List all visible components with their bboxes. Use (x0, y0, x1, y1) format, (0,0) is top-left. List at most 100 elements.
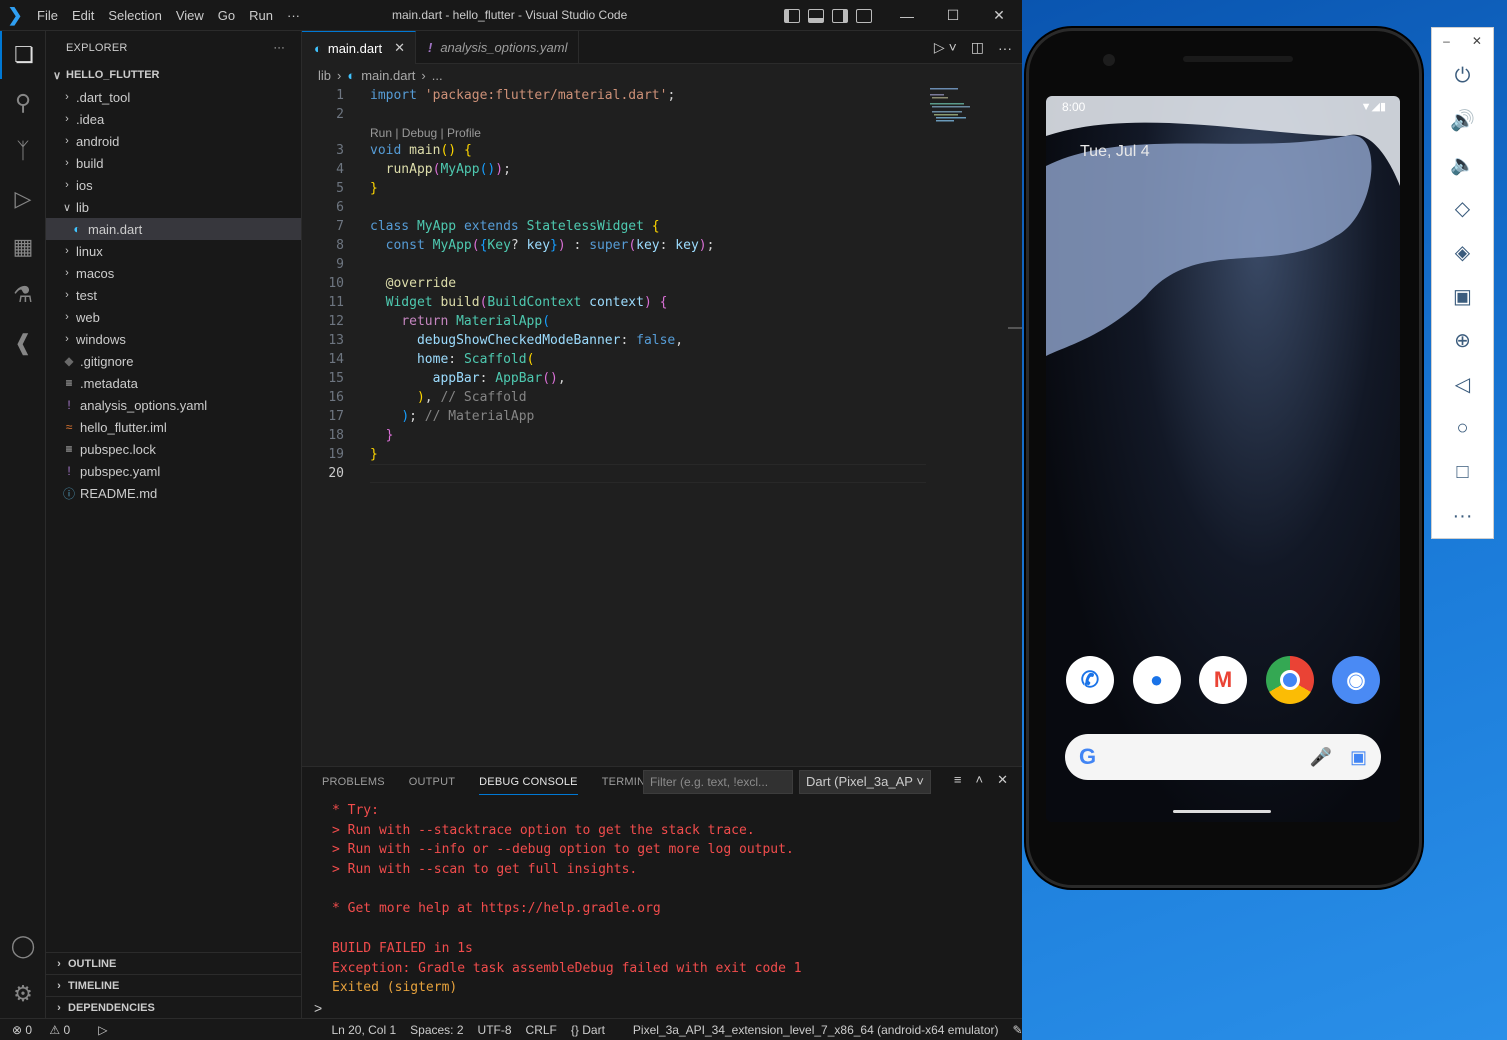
phone-screen[interactable]: 8:00 ▼◢▮ Tue, Jul 4 ✆ ● M ◉ G 🎤 ▣ (1046, 96, 1400, 822)
tree-item-android[interactable]: › android (46, 130, 301, 152)
toggle-panel-icon[interactable] (808, 8, 824, 23)
explorer-icon[interactable]: ❏ (0, 31, 46, 79)
messages-app-icon[interactable]: ● (1132, 656, 1181, 704)
tree-item-lib[interactable]: ∨ lib (46, 196, 301, 218)
tree-item-linux[interactable]: › linux (46, 240, 301, 262)
tree-item-macos[interactable]: › macos (46, 262, 301, 284)
chrome-app-icon[interactable] (1265, 656, 1314, 704)
voice-search-icon[interactable]: 🎤 (1310, 747, 1332, 768)
cursor-position[interactable]: Ln 20, Col 1 (331, 1023, 396, 1037)
emulator-minimize-button[interactable]: – (1443, 34, 1450, 48)
tab-main-dart[interactable]: ◐ main.dart ✕ (302, 31, 416, 64)
maximize-button[interactable]: ☐ (930, 0, 976, 31)
menu-view[interactable]: View (169, 0, 211, 31)
tree-item-build[interactable]: › build (46, 152, 301, 174)
camera-app-icon[interactable]: ◉ (1332, 656, 1380, 704)
customize-layout-icon[interactable] (856, 8, 872, 23)
testing-icon[interactable]: ⚗ (0, 271, 46, 319)
flutter-icon[interactable]: ❰ (0, 319, 46, 367)
outline-section[interactable]: › OUTLINE (46, 952, 301, 974)
breadcrumb-lib[interactable]: lib (318, 68, 331, 83)
menu-go[interactable]: Go (211, 0, 242, 31)
phone-app-icon[interactable]: ✆ (1066, 656, 1114, 704)
tree-item-pubspec-lock[interactable]: ≡ pubspec.lock (46, 438, 301, 460)
split-editor-icon[interactable]: ◫ (971, 39, 984, 56)
search-icon[interactable]: ⚲ (0, 79, 46, 127)
menu-run[interactable]: Run (242, 0, 280, 31)
menu-edit[interactable]: Edit (65, 0, 101, 31)
volume-down-icon[interactable]: 🔈 (1432, 142, 1493, 186)
codelens-run-debug-profile[interactable]: Run | Debug | Profile (370, 126, 481, 140)
menu-selection[interactable]: Selection (101, 0, 168, 31)
tab-debug-console[interactable]: DEBUG CONSOLE (479, 769, 578, 795)
console-prompt[interactable]: > (314, 1000, 322, 1016)
tree-item-test[interactable]: › test (46, 284, 301, 306)
menu-file[interactable]: File (30, 0, 65, 31)
project-root[interactable]: ∨ HELLO_FLUTTER (46, 64, 301, 86)
tab-output[interactable]: OUTPUT (409, 776, 455, 788)
google-search-bar[interactable]: G 🎤 ▣ (1065, 734, 1381, 780)
gmail-app-icon[interactable]: M (1199, 656, 1247, 704)
power-icon[interactable]: ⏻ (1432, 54, 1493, 98)
encoding[interactable]: UTF-8 (478, 1023, 512, 1037)
toggle-secondary-sidebar-icon[interactable] (832, 8, 848, 23)
toggle-primary-sidebar-icon[interactable] (784, 8, 800, 23)
source-control-icon[interactable]: ᛉ (0, 127, 46, 175)
gesture-nav-handle[interactable] (1173, 810, 1271, 813)
lens-camera-icon[interactable]: ▣ (1350, 747, 1367, 768)
tree-item-metadata[interactable]: ≡ .metadata (46, 372, 301, 394)
clear-console-icon[interactable]: ≡ (954, 772, 962, 788)
explorer-more-icon[interactable]: ··· (273, 42, 285, 54)
minimap[interactable] (928, 86, 978, 126)
close-panel-icon[interactable]: ✕ (997, 772, 1008, 788)
device-selector[interactable]: Pixel_3a_API_34_extension_level_7_x86_64… (633, 1023, 999, 1037)
overview-icon[interactable]: □ (1432, 450, 1493, 494)
close-window-button[interactable]: ✕ (976, 0, 1022, 31)
debug-session-select[interactable]: Dart (Pixel_3a_AP ˅ (799, 770, 931, 794)
line-endings[interactable]: CRLF (526, 1023, 557, 1037)
manage-gear-icon[interactable]: ⚙ (0, 970, 46, 1018)
accounts-icon[interactable]: ◯ (0, 922, 46, 970)
run-dropdown-icon[interactable]: ▷ ˅ (934, 39, 957, 56)
editor-more-icon[interactable]: ··· (998, 40, 1012, 56)
phone-date[interactable]: Tue, Jul 4 (1080, 143, 1150, 161)
breadcrumb-main-dart[interactable]: main.dart (361, 68, 415, 83)
tab-analysis-options[interactable]: ! analysis_options.yaml (416, 31, 579, 64)
dependencies-section[interactable]: › DEPENDENCIES (46, 996, 301, 1018)
run-debug-icon[interactable]: ▷ (0, 175, 46, 223)
menu-more[interactable]: ··· (280, 0, 307, 31)
timeline-section[interactable]: › TIMELINE (46, 974, 301, 996)
rotate-right-icon[interactable]: ◈ (1432, 230, 1493, 274)
minimize-button[interactable]: — (884, 0, 930, 31)
rotate-left-icon[interactable]: ◇ (1432, 186, 1493, 230)
back-icon[interactable]: ◁ (1432, 362, 1493, 406)
maximize-panel-icon[interactable]: ˄ (976, 772, 984, 788)
tree-item-readme-md[interactable]: ⓘ README.md (46, 482, 301, 504)
tree-item-main-dart[interactable]: ◐ main.dart (46, 218, 301, 240)
tree-item-web[interactable]: › web (46, 306, 301, 328)
tree-item-dart-tool[interactable]: › .dart_tool (46, 86, 301, 108)
screenshot-camera-icon[interactable]: ▣ (1432, 274, 1493, 318)
breadcrumb-symbol[interactable]: ... (432, 68, 443, 83)
extensions-icon[interactable]: ▦ (0, 223, 46, 271)
debug-status-icon[interactable]: ▷ (98, 1023, 107, 1037)
home-icon[interactable]: ○ (1432, 406, 1493, 450)
problems-status[interactable]: ⊗ 0 ⚠ 0 (12, 1023, 84, 1037)
more-options-icon[interactable]: ··· (1432, 494, 1493, 538)
close-tab-icon[interactable]: ✕ (394, 40, 405, 56)
indentation[interactable]: Spaces: 2 (410, 1023, 463, 1037)
tree-item-pubspec-yaml[interactable]: ! pubspec.yaml (46, 460, 301, 482)
tree-item-analysis-options-yaml[interactable]: ! analysis_options.yaml (46, 394, 301, 416)
tree-item-ios[interactable]: › ios (46, 174, 301, 196)
scrollbar-thumb[interactable] (1008, 327, 1022, 329)
emulator-close-button[interactable]: ✕ (1472, 34, 1482, 48)
tree-item-gitignore[interactable]: ◆ .gitignore (46, 350, 301, 372)
console-filter-input[interactable]: Filter (e.g. text, !excl... (643, 770, 793, 794)
tree-item-windows[interactable]: › windows (46, 328, 301, 350)
language-mode[interactable]: {} Dart (571, 1023, 619, 1037)
tree-item-idea[interactable]: › .idea (46, 108, 301, 130)
volume-up-icon[interactable]: 🔊 (1432, 98, 1493, 142)
tree-item-hello-flutter-iml[interactable]: ≈ hello_flutter.iml (46, 416, 301, 438)
tab-problems[interactable]: PROBLEMS (322, 776, 385, 788)
zoom-icon[interactable]: ⊕ (1432, 318, 1493, 362)
